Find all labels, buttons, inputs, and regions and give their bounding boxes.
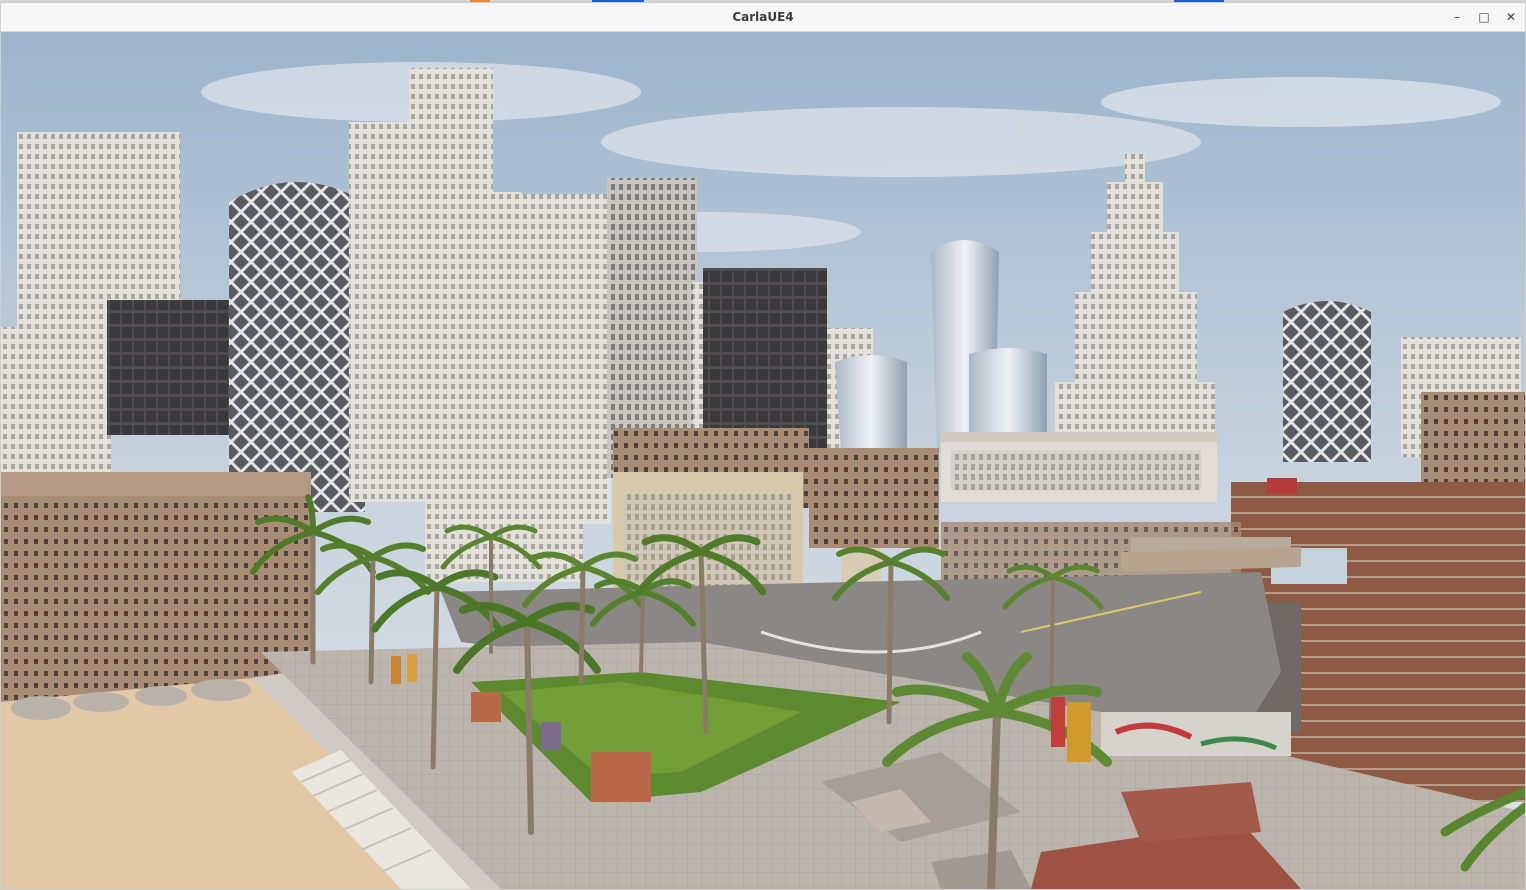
minimize-icon: – (1454, 10, 1460, 24)
minimize-button[interactable]: – (1447, 8, 1467, 26)
maximize-button[interactable]: □ (1474, 8, 1494, 26)
window-title: CarlaUE4 (732, 10, 794, 24)
graffiti-wall (1101, 712, 1291, 756)
app-window: CarlaUE4 – □ ✕ (0, 2, 1526, 890)
close-icon: ✕ (1505, 10, 1517, 24)
simulation-viewport[interactable]: M D (1, 32, 1525, 889)
city-scene: M D (1, 32, 1525, 889)
maximize-icon: □ (1478, 10, 1490, 24)
shop-sign (1267, 478, 1297, 494)
close-button[interactable]: ✕ (1501, 8, 1521, 26)
title-bar[interactable]: CarlaUE4 – □ ✕ (1, 3, 1525, 32)
